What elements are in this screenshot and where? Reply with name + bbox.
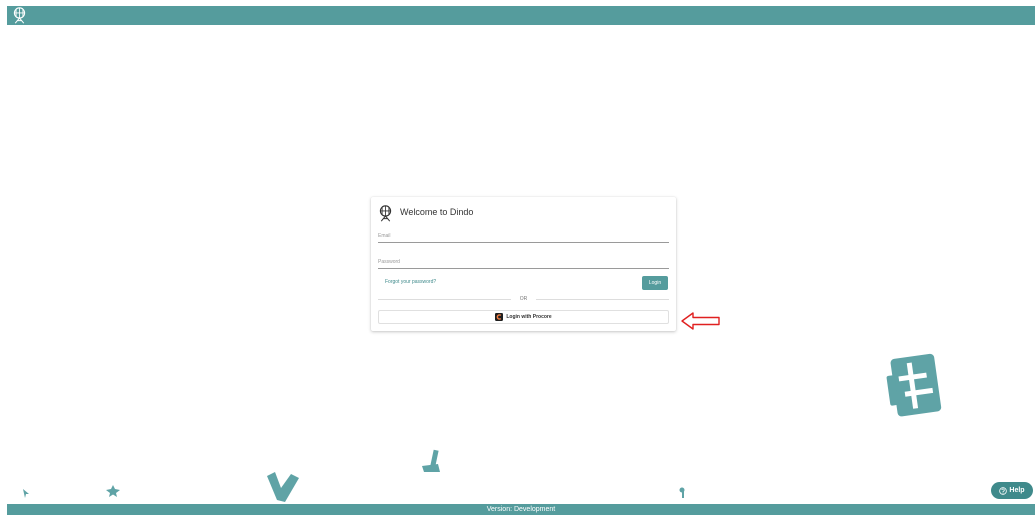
login-button[interactable]: Login <box>642 276 668 290</box>
dindo-logo-icon[interactable] <box>11 7 28 24</box>
email-input[interactable] <box>378 230 669 243</box>
hammer-decoration-icon <box>422 449 440 472</box>
pin-decoration-icon <box>23 489 29 498</box>
procore-button-label: Login with Procore <box>506 314 552 320</box>
toolbox-decoration-icon <box>886 353 942 417</box>
star-decoration-icon <box>106 485 120 497</box>
screwdriver-decoration-icon <box>679 487 685 498</box>
dindo-logo-icon <box>379 205 392 222</box>
login-with-procore-button[interactable]: Login with Procore <box>378 310 669 324</box>
trowel-decoration-icon <box>267 472 299 502</box>
procore-logo-icon <box>495 313 504 321</box>
help-button[interactable]: Help <box>991 482 1033 499</box>
forgot-password-link[interactable]: Forgot your password? <box>385 279 436 285</box>
or-divider: OR <box>378 296 669 302</box>
login-title: Welcome to Dindo <box>400 207 474 217</box>
red-arrow-icon <box>681 312 720 330</box>
top-bar <box>7 6 1035 25</box>
footer-version: Version: Development <box>7 504 1035 515</box>
help-label: Help <box>1009 487 1025 494</box>
help-circle-icon <box>999 486 1008 495</box>
password-input[interactable] <box>378 256 669 269</box>
